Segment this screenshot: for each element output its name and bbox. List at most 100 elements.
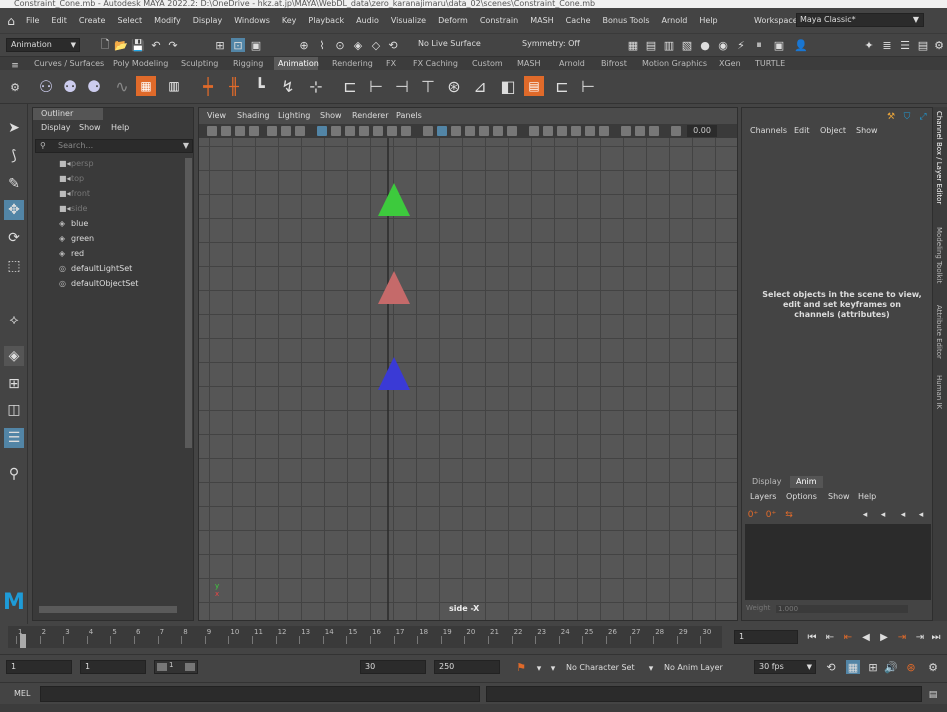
menu-select[interactable]: Select [117,16,142,25]
subcharacter-icon[interactable]: ⚉ [60,76,80,96]
menu-deform[interactable]: Deform [438,16,468,25]
use-all-lights-icon[interactable] [493,126,503,136]
undo-icon[interactable]: ↶ [149,38,163,52]
menu-set-select[interactable]: Animation ▼ [6,38,80,52]
shelf-tab-arnold[interactable]: Arnold [559,59,585,68]
viewport-menu-shading[interactable]: Shading [237,111,270,120]
shelf-tab-xgen[interactable]: XGen [719,59,741,68]
select-camera-icon[interactable] [207,126,217,136]
chevron-down-icon[interactable]: ▼ [183,140,189,152]
outliner-item-green[interactable]: ◈ green [59,233,94,245]
menu-visualize[interactable]: Visualize [391,16,426,25]
shelf-tab-animation[interactable]: Animation [278,59,319,68]
create-joint-icon[interactable]: ┿ [198,76,218,96]
playback-start-field[interactable]: 1 [80,660,146,674]
ik-handle-icon[interactable]: ╫ [224,76,244,96]
ik-spline-icon[interactable]: ┗ [250,76,270,96]
anti-aliasing-icon[interactable] [557,126,567,136]
zero-key-icon[interactable]: ◂ [916,508,926,522]
tab-anim[interactable]: Anim [790,476,823,488]
menu-edit[interactable]: Edit [51,16,67,25]
scale-constraint-icon[interactable]: ⊤ [418,76,438,96]
time-slider-track[interactable]: 1 2 3 4 5 6 7 8 9 10 11 12 13 14 15 16 17 18 19 20 21 22 23 24 2… [8,626,722,648]
outliner-item-default-object-set[interactable]: ◎ defaultObjectSet [59,278,138,290]
animation-end-field[interactable]: 250 [434,660,500,674]
aim-constraint-icon[interactable]: ⊛ [444,76,464,96]
save-scene-icon[interactable]: 💾 [131,38,145,52]
cache-status-icon[interactable]: ⊞ [866,660,880,674]
step-back-key-icon[interactable]: ⇤ [842,630,854,644]
camera-attributes-icon[interactable] [221,126,231,136]
outliner-horizontal-scrollbar[interactable] [39,606,177,613]
animation-start-field[interactable]: 1 [6,660,72,674]
move-layer-down-icon[interactable]: ◂ [878,508,888,522]
weight-slider[interactable]: 1.000 [776,605,908,613]
cone-green[interactable] [378,183,410,216]
render-view-icon[interactable]: ▦ [626,38,640,52]
rotate-tool-icon[interactable]: ⟳ [4,228,24,248]
time-editor-icon[interactable]: ▤ [524,76,544,96]
mel-label[interactable]: MEL [14,689,30,698]
script-editor-icon[interactable]: ▤ [928,688,938,702]
shelf-tab-rigging[interactable]: Rigging [233,59,263,68]
layout-icon[interactable]: ⚙ [932,38,946,52]
symmetry-label[interactable]: Symmetry: Off [522,39,580,48]
shadows-icon[interactable] [507,126,517,136]
current-time-indicator[interactable] [20,634,26,648]
light-editor-icon[interactable]: ⚡ [734,38,748,52]
cone-blue[interactable] [378,357,410,390]
outliner-item-default-light-set[interactable]: ◎ defaultLightSet [59,263,132,275]
lasso-tool-icon[interactable]: ⟆ [4,146,24,166]
last-tool-icon[interactable]: ⟡ [4,310,24,330]
two-pane-layout-icon[interactable]: ◫ [4,400,24,420]
redo-icon[interactable]: ↷ [166,38,180,52]
resolution-gate-icon[interactable] [345,126,355,136]
safe-action-icon[interactable] [387,126,397,136]
smooth-shade-icon[interactable] [437,126,447,136]
anim-layer-arrow-icon[interactable]: ▾ [646,662,656,676]
viewport-menu-show[interactable]: Show [320,111,342,120]
grid-icon[interactable] [295,126,305,136]
side-tab-modeling-toolkit[interactable]: Modeling Toolkit [935,227,943,283]
channel-box-icon[interactable]: ▤ [916,38,930,52]
exposure-field[interactable]: 0.00 [687,125,717,137]
lattice-icon[interactable]: ⊢ [578,76,598,96]
character-set-label[interactable]: No Character Set [566,663,635,672]
merge-layer-icon[interactable]: ◂ [898,508,908,522]
select-component-icon[interactable]: ▣ [249,38,263,52]
outliner-item-front[interactable]: ■◂front [59,188,90,200]
audio-icon[interactable]: 🔊 [884,660,898,674]
point-constraint-icon[interactable]: ⊢ [366,76,386,96]
cached-playback-icon[interactable]: ▦ [846,660,860,674]
shelf-tab-curves-surfaces[interactable]: Curves / Surfaces [34,59,104,68]
playback-end-field[interactable]: 30 [360,660,426,674]
tab-display[interactable]: Display [746,476,788,488]
four-pane-layout-icon[interactable]: ⊞ [4,374,24,394]
snap-view-icon[interactable]: ◈ [351,38,365,52]
new-layer-override-icon[interactable]: ⇆ [784,508,794,522]
character-set-icon[interactable]: ⚇ [36,76,56,96]
grease-pencil-icon[interactable] [281,126,291,136]
new-scene-icon[interactable]: 🗋 [98,38,112,52]
current-frame-field[interactable]: 1 [734,630,798,644]
lock-icon[interactable]: ⛉ [902,110,912,124]
viewport-menu-view[interactable]: View [207,111,226,120]
loop-icon[interactable]: ⟲ [824,660,838,674]
snap-grid-icon[interactable]: ⊕ [297,38,311,52]
modeling-toolkit-icon[interactable]: ✦ [862,38,876,52]
outliner-menu-display[interactable]: Display [41,123,71,132]
auto-key-icon[interactable]: ⚑ [514,660,528,674]
menu-arnold[interactable]: Arnold [662,16,688,25]
side-tab-attribute-editor[interactable]: Attribute Editor [935,305,943,359]
render-setup-icon[interactable]: ◉ [716,38,730,52]
textured-icon[interactable] [479,126,489,136]
mel-input[interactable] [40,686,480,702]
channel-menu-show[interactable]: Show [856,126,878,135]
grid-toggle-icon[interactable] [317,126,327,136]
outliner-item-red[interactable]: ◈ red [59,248,84,260]
wireframe-on-shaded-icon[interactable] [465,126,475,136]
set-breakdown-icon[interactable]: ∿ [112,76,132,96]
range-end-handle[interactable] [185,663,195,671]
menu-key[interactable]: Key [282,16,297,25]
range-slider-bar[interactable]: 1 [154,660,198,674]
